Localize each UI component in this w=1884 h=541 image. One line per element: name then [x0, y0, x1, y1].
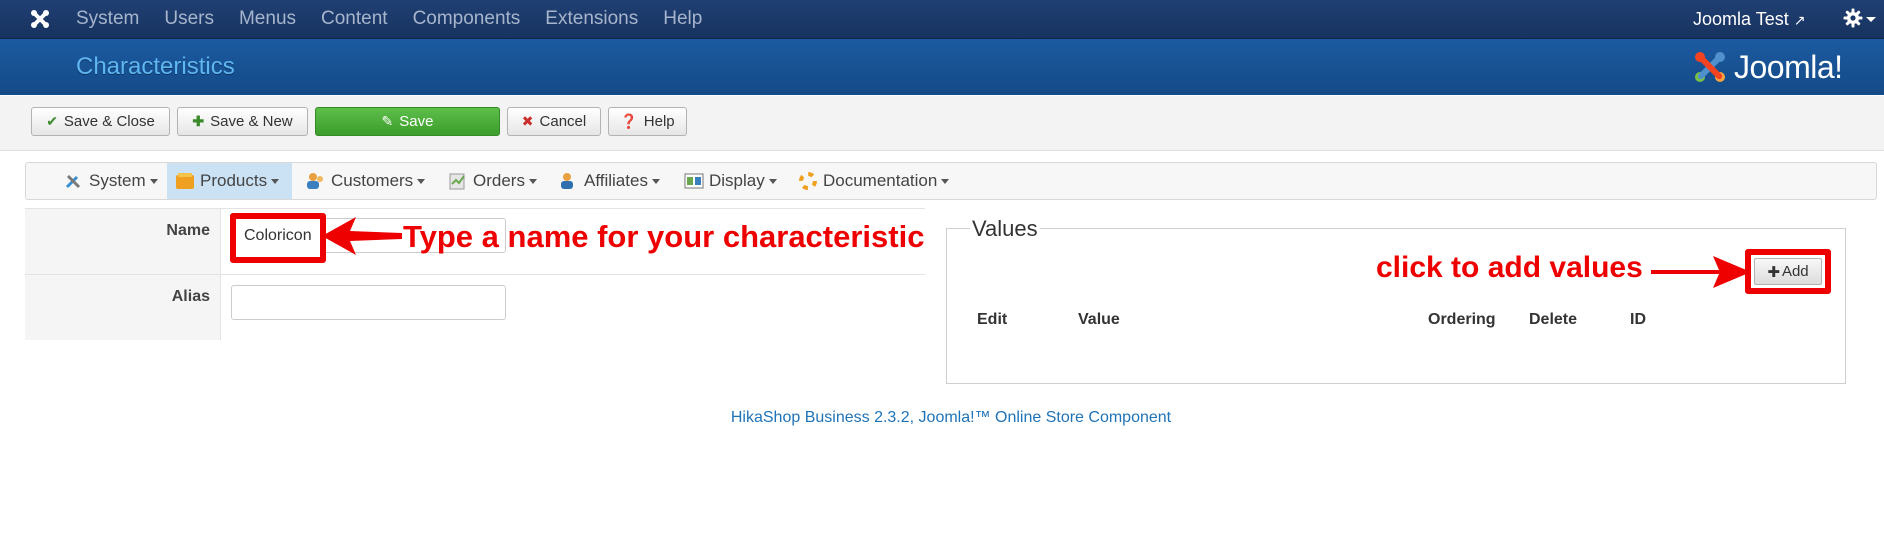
customers-icon	[307, 173, 323, 189]
top-menu-components[interactable]: Components	[413, 0, 521, 38]
chevron-down-icon	[528, 178, 537, 184]
submenu-display[interactable]: Display	[676, 163, 785, 199]
submenu-affiliates-label: Affiliates	[584, 171, 648, 190]
top-menu-extensions[interactable]: Extensions	[545, 0, 638, 38]
chevron-down-icon	[651, 178, 660, 184]
joomla-logo: Joomla!	[1690, 45, 1843, 89]
edit-icon: ✎	[381, 113, 394, 129]
admin-top-bar: System Users Menus Content Components Ex…	[0, 0, 1884, 39]
site-name: Joomla Test	[1693, 9, 1789, 29]
save-new-button[interactable]: ✚ Save & New	[177, 107, 308, 136]
values-column-delete: Delete	[1529, 311, 1578, 328]
toolbar: ✔ Save & Close ✚ Save & New ✎ Save ✖ Can…	[0, 96, 1884, 151]
add-annotation: click to add values	[1376, 251, 1643, 284]
submenu-customers[interactable]: Customers	[298, 163, 433, 199]
joomla-brand-text: Joomla!	[1734, 48, 1843, 85]
add-value-label: Add	[1781, 263, 1809, 280]
lifebuoy-icon	[799, 172, 817, 190]
add-value-button[interactable]: ✚ Add	[1754, 258, 1822, 285]
name-annotation: Type a name for your characteristic	[403, 219, 925, 254]
chevron-down-icon	[941, 178, 950, 184]
cancel-icon: ✖	[521, 113, 534, 129]
chevron-down-icon	[149, 178, 158, 184]
check-icon: ✔	[46, 113, 58, 129]
tools-icon	[65, 174, 81, 189]
submenu-display-label: Display	[709, 171, 765, 190]
footer-credit-link[interactable]: HikaShop Business 2.3.2, Joomla!™ Online…	[0, 409, 1884, 427]
alias-label: Alias	[171, 288, 210, 305]
affiliates-icon	[561, 173, 573, 189]
save-close-button[interactable]: ✔ Save & Close	[31, 107, 170, 136]
joomla-logo-icon	[1695, 52, 1725, 82]
top-menu-users[interactable]: Users	[164, 0, 214, 38]
name-input-value[interactable]: Coloricon	[244, 227, 312, 245]
save-button[interactable]: ✎ Save	[315, 107, 500, 136]
chevron-down-icon	[417, 178, 426, 184]
top-menu: System Users Menus Content Components Ex…	[76, 0, 727, 38]
plus-icon: ✚	[192, 113, 205, 129]
values-column-value: Value	[1078, 311, 1120, 328]
top-menu-menus[interactable]: Menus	[239, 0, 296, 38]
external-link-icon: ↗	[1793, 12, 1806, 28]
submenu-orders-label: Orders	[473, 171, 525, 190]
alias-label-cell: Alias	[25, 275, 221, 340]
help-button[interactable]: ❓ Help	[608, 107, 687, 136]
values-legend: Values	[970, 216, 1040, 242]
submenu-orders[interactable]: Orders	[440, 163, 545, 199]
top-menu-system[interactable]: System	[76, 0, 139, 38]
name-label-cell: Name	[25, 209, 221, 274]
annotation-arrow-left-icon	[322, 217, 402, 255]
top-menu-content[interactable]: Content	[321, 0, 388, 38]
values-column-ordering: Ordering	[1428, 311, 1496, 328]
help-icon: ❓	[620, 113, 638, 129]
help-label: Help	[643, 113, 675, 130]
chevron-down-icon[interactable]	[1866, 17, 1876, 22]
submenu-affiliates[interactable]: Affiliates	[551, 163, 668, 199]
chevron-down-icon	[271, 178, 280, 184]
annotation-arrow-right-icon	[1651, 256, 1751, 288]
values-column-id: ID	[1630, 311, 1646, 328]
submenu-documentation[interactable]: Documentation	[790, 163, 957, 199]
save-label: Save	[399, 113, 434, 130]
orders-icon	[449, 173, 465, 190]
save-close-label: Save & Close	[63, 113, 155, 130]
top-menu-help[interactable]: Help	[663, 0, 702, 38]
submenu-customers-label: Customers	[331, 171, 414, 190]
gear-icon[interactable]	[1843, 8, 1863, 28]
submenu-products[interactable]: Products	[167, 163, 292, 199]
cancel-button[interactable]: ✖ Cancel	[507, 107, 601, 136]
alias-input[interactable]	[231, 285, 506, 320]
title-bar: Characteristics Joomla!	[0, 39, 1884, 95]
name-input-highlight: Coloricon	[230, 213, 326, 263]
submenu-system-label: System	[89, 171, 146, 190]
hikashop-submenu: System Products Customers Orders Affilia…	[25, 162, 1877, 200]
joomla-icon[interactable]	[28, 7, 52, 31]
page-title: Characteristics	[76, 53, 235, 80]
submenu-system[interactable]: System	[56, 163, 166, 199]
name-label: Name	[166, 222, 210, 239]
values-column-edit: Edit	[977, 311, 1008, 328]
submenu-products-label: Products	[200, 171, 268, 190]
site-link[interactable]: Joomla Test ↗	[1693, 0, 1805, 39]
cancel-label: Cancel	[539, 113, 587, 130]
display-icon	[684, 173, 704, 189]
save-new-label: Save & New	[210, 113, 293, 130]
plus-icon: ✚	[1767, 263, 1780, 281]
chevron-down-icon	[768, 178, 777, 184]
products-icon	[176, 173, 194, 189]
submenu-documentation-label: Documentation	[823, 171, 938, 190]
